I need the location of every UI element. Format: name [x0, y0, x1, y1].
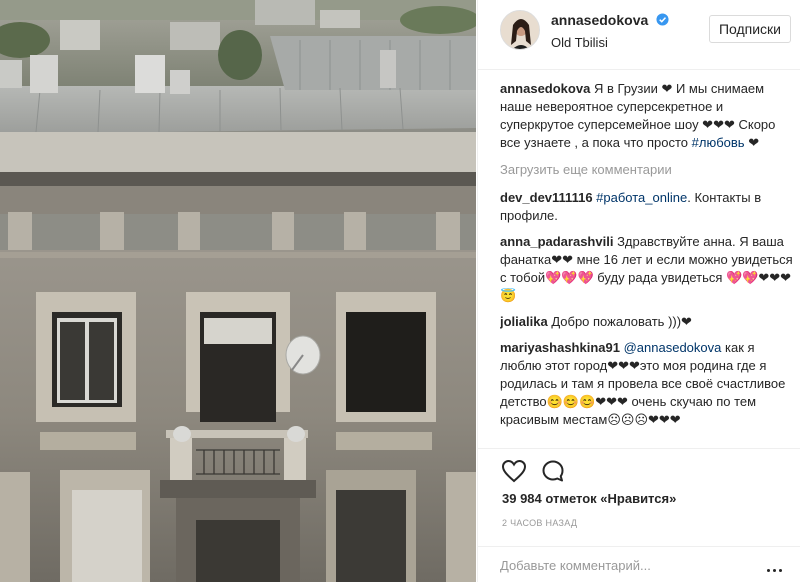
comment-username[interactable]: mariyashashkina91	[500, 340, 620, 355]
comment-mention[interactable]: @annasedokova	[624, 340, 722, 355]
post-header: annasedokova Old Tbilisi Подписки	[478, 0, 800, 70]
avatar-image	[501, 11, 539, 49]
add-comment-input[interactable]	[500, 555, 730, 575]
verified-badge-icon	[656, 13, 669, 26]
post-location[interactable]: Old Tbilisi	[551, 35, 669, 50]
comment-hashtag[interactable]: #paбота_online	[596, 190, 687, 205]
comments-list: annasedokova Я в Грузии ❤ И мы снимаем н…	[500, 80, 795, 447]
comment-item: mariyashashkina91 @annasedokova как я лю…	[500, 339, 795, 429]
post-timestamp: 2 часов назад	[502, 518, 578, 528]
following-button[interactable]: Подписки	[708, 15, 791, 43]
more-options-icon[interactable]	[767, 559, 787, 572]
comment-username[interactable]: jolialika	[500, 314, 548, 329]
post-side-panel: annasedokova Old Tbilisi Подписки annase…	[477, 0, 800, 582]
post-username[interactable]: annasedokova	[551, 12, 648, 28]
likes-count[interactable]: 39 984 отметок «Нравится»	[502, 491, 676, 506]
comment-item: dev_dev111116 #paбота_online. Контакты в…	[500, 189, 795, 225]
caption-hashtag[interactable]: #любовь	[692, 135, 745, 150]
caption-username[interactable]: annasedokova	[500, 81, 590, 96]
comment-username[interactable]: anna_padarashvili	[500, 234, 613, 249]
load-more-comments-link[interactable]: Загрузить еще комментарии	[500, 161, 795, 179]
post-photo[interactable]	[0, 0, 476, 582]
comment-username[interactable]: dev_dev111116	[500, 190, 593, 205]
caption: annasedokova Я в Грузии ❤ И мы снимаем н…	[500, 80, 795, 152]
post-actions: 39 984 отметок «Нравится» 2 часов назад	[478, 448, 800, 548]
avatar[interactable]	[500, 10, 540, 50]
building-photo-illustration	[0, 0, 476, 582]
heart-outline-icon[interactable]	[501, 459, 527, 483]
comment-item: anna_padarashvili Здравствуйте анна. Я в…	[500, 233, 795, 305]
comment-text: Добро пожаловать )))❤	[547, 314, 692, 329]
speech-bubble-icon[interactable]	[541, 459, 565, 483]
comment-item: jolialika Добро пожаловать )))❤	[500, 313, 795, 331]
caption-suffix: ❤	[744, 135, 760, 150]
user-block: annasedokova Old Tbilisi	[551, 12, 669, 50]
add-comment-bar	[478, 546, 800, 582]
